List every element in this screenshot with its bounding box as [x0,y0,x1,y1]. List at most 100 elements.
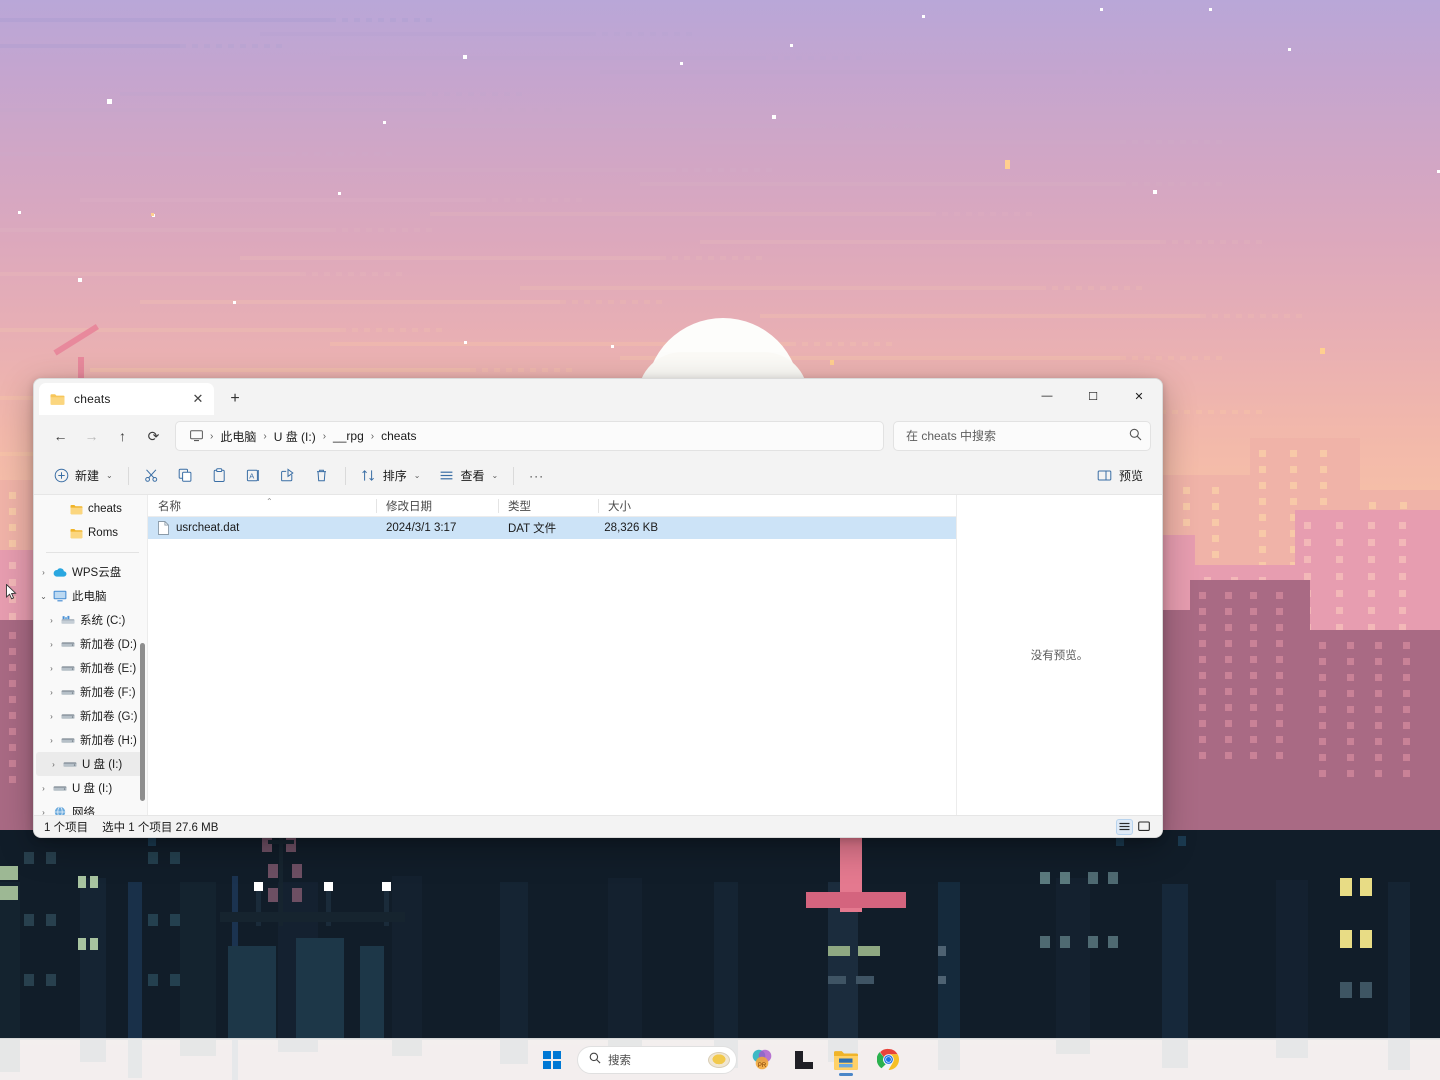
details-view-icon[interactable] [1116,818,1133,835]
tab-close-icon[interactable]: ✕ [188,389,208,409]
maximize-button[interactable]: ☐ [1070,379,1116,413]
file-modified-cell: 2024/3/1 3:17 [386,522,457,534]
column-header-type[interactable]: 类型 [498,495,598,517]
divider [127,466,129,485]
file-list[interactable]: 名称 修改日期 类型 大小 ⌃ usrcheat.dat 2024/3/1 3:… [148,495,956,815]
sidebar-item-roms[interactable]: Roms [34,521,147,545]
sidebar-item--f-[interactable]: › 新加卷 (F:) [34,680,147,704]
chevron-right-icon[interactable]: › [44,688,59,697]
breadcrumb-item-1[interactable]: U 盘 (I:) [268,426,322,447]
cut-button[interactable] [136,462,168,490]
sidebar-item--d-[interactable]: › 新加卷 (D:) [34,632,147,656]
delete-button[interactable] [306,462,338,490]
share-button[interactable] [272,462,304,490]
svg-text:A: A [250,471,255,480]
breadcrumb-item-0[interactable]: 此电脑 [214,426,262,447]
search-input[interactable] [906,429,1123,443]
sidebar-item--[interactable]: ⌄ 此电脑 [34,584,147,608]
svg-text:PR: PR [758,1063,767,1069]
chevron-right-icon[interactable]: › [44,664,59,673]
column-header-type-label: 类型 [508,500,531,513]
sidebar-item-cheats[interactable]: cheats [34,497,147,521]
minimize-button[interactable]: — [1024,379,1070,413]
tab-cheats[interactable]: cheats ✕ [39,383,214,415]
breadcrumb-item-2[interactable]: __rpg [327,427,370,445]
sort-button-label: 排序 [382,469,407,483]
sidebar-item-wps-[interactable]: › WPS云盘 [34,560,147,584]
large-icons-view-icon[interactable] [1135,819,1152,835]
new-button[interactable]: 新建 ⌄ [45,462,121,490]
table-row[interactable]: usrcheat.dat 2024/3/1 3:17 DAT 文件 28,326 KB [148,517,956,539]
chevron-right-icon[interactable]: › [36,784,51,793]
sidebar-item--c-[interactable]: › 系统 (C:) [34,608,147,632]
search-box[interactable] [893,421,1151,451]
sort-button[interactable]: 排序 ⌄ [353,462,429,490]
chevron-down-icon: ⌄ [491,471,499,480]
sidebar-item-label: 网络 [72,807,95,815]
address-bar-row: ← → ↑ ⟳ › 此电脑 › U 盘 (I:) › __rpg › cheat… [34,415,1162,457]
taskbar-search-box[interactable]: 搜索 [577,1045,737,1074]
sidebar-item-u-i-[interactable]: › U 盘 (I:) [36,752,145,776]
taskbar: 搜索 PR [0,1038,1440,1080]
sidebar-item-label: 新加卷 (G:) [80,711,138,723]
view-button[interactable]: 查看 ⌄ [430,462,506,490]
chrome-icon[interactable] [871,1043,905,1077]
column-header-size[interactable]: 大小 [598,495,670,517]
column-header-modified-label: 修改日期 [386,500,432,513]
sidebar-divider [46,552,139,553]
sidebar-item--h-[interactable]: › 新加卷 (H:) [34,728,147,752]
paste-button[interactable] [204,462,236,490]
sidebar-item-label: cheats [88,503,122,515]
black-app-icon[interactable] [787,1043,821,1077]
drive-os-icon [59,615,77,626]
divider [344,466,346,485]
rename-button[interactable]: A [238,462,270,490]
cloud-icon [51,567,69,578]
column-header-name[interactable]: 名称 [148,495,376,517]
chevron-right-icon[interactable]: › [36,808,51,816]
monitor-icon[interactable] [184,428,209,444]
drive-icon [59,712,77,721]
content-area: 名称 修改日期 类型 大小 ⌃ usrcheat.dat 2024/3/1 3:… [148,495,1162,815]
chevron-down-icon: ⌄ [413,471,421,480]
preview-toggle-button[interactable]: 预览 [1089,462,1151,490]
file-explorer-window[interactable]: cheats ✕ + — ☐ ✕ ← → ↑ ⟳ › 此电脑 › U 盘 (I:… [33,378,1163,838]
more-options-button[interactable]: ··· [521,462,552,490]
chevron-right-icon[interactable]: › [36,568,51,577]
breadcrumb-item-3[interactable]: cheats [375,427,422,445]
close-button[interactable]: ✕ [1116,379,1162,413]
refresh-button[interactable]: ⟳ [138,421,169,452]
file-rows: usrcheat.dat 2024/3/1 3:17 DAT 文件 28,326 KB [148,517,956,539]
column-header-modified[interactable]: 修改日期 [376,495,498,517]
sidebar-item-u-i-[interactable]: › U 盘 (I:) [34,776,147,800]
file-explorer-icon[interactable] [829,1043,863,1077]
folder-icon [50,393,65,406]
chevron-right-icon[interactable]: › [44,712,59,721]
search-icon [1129,428,1142,444]
command-bar: 新建 ⌄ A 排序 ⌄ 查看 ⌄ ··· 预览 [34,457,1162,495]
noodle-icon[interactable] [708,1051,730,1068]
forward-button[interactable]: → [76,421,107,452]
divider [513,466,515,485]
mouse-cursor [6,583,18,602]
new-tab-button[interactable]: + [221,385,249,413]
preview-empty-text: 没有预览。 [1030,650,1089,662]
sidebar-scrollbar-thumb[interactable] [140,643,145,801]
pr-app-icon[interactable]: PR [745,1043,779,1077]
breadcrumb[interactable]: › 此电脑 › U 盘 (I:) › __rpg › cheats [175,421,884,451]
chevron-right-icon[interactable]: › [44,736,59,745]
up-button[interactable]: ↑ [107,421,138,452]
paste-icon [212,468,228,484]
sidebar-item--[interactable]: › 网络 [34,800,147,815]
copy-button[interactable] [170,462,202,490]
sidebar-item-label: U 盘 (I:) [82,759,123,771]
sidebar-item--g-[interactable]: › 新加卷 (G:) [34,704,147,728]
back-button[interactable]: ← [45,421,76,452]
navigation-sidebar[interactable]: cheats Roms › WPS云盘 ⌄ 此电脑 › 系统 (C:) › 新加卷 (D:) › 新加… [34,495,148,815]
chevron-down-icon[interactable]: ⌄ [36,592,51,601]
chevron-right-icon[interactable]: › [44,616,59,625]
start-button[interactable] [535,1043,569,1077]
chevron-right-icon[interactable]: › [44,640,59,649]
sidebar-item--e-[interactable]: › 新加卷 (E:) [34,656,147,680]
chevron-right-icon[interactable]: › [46,760,61,769]
